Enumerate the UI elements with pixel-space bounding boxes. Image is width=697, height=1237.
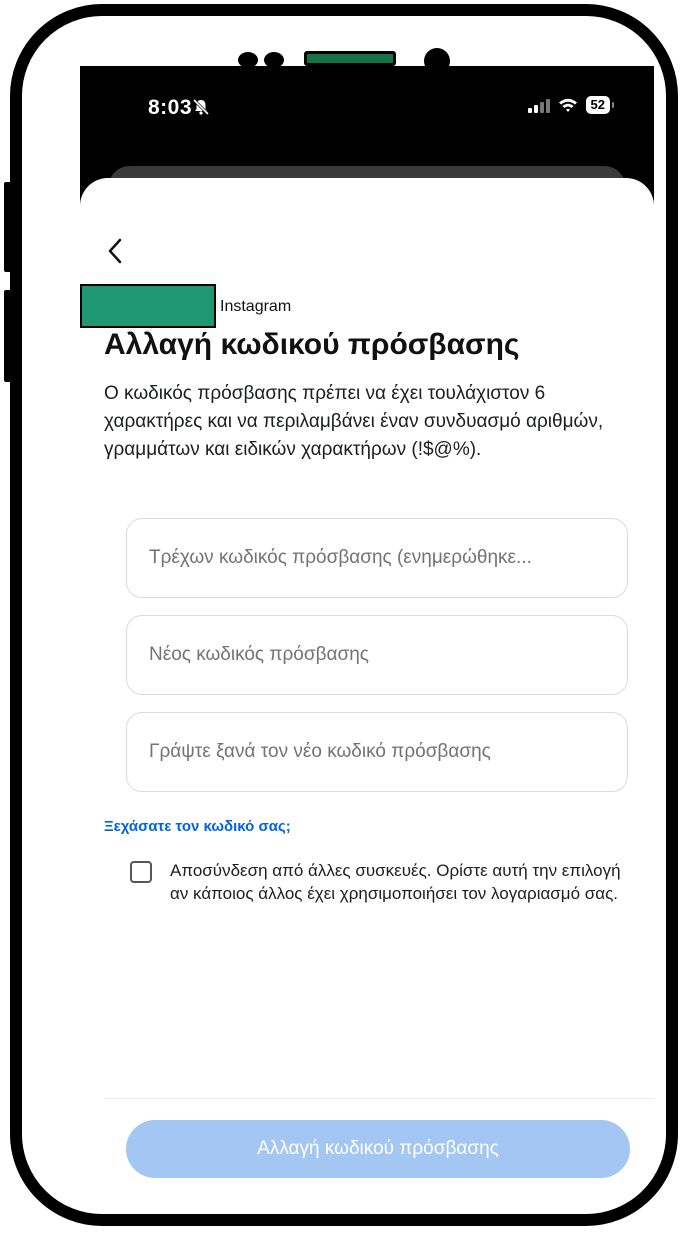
logout-other-devices-checkbox[interactable]: [130, 861, 152, 883]
phone-screen: 8:03 52 Instagram Αλλαγή κωδικού πρόσβασ…: [80, 66, 654, 1214]
battery-icon: 52: [585, 96, 610, 114]
phone-frame: 8:03 52 Instagram Αλλαγή κωδικού πρόσβασ…: [10, 4, 678, 1226]
speaker-grille: [304, 51, 396, 66]
battery-tip: [612, 102, 614, 108]
cellular-signal-icon: [527, 97, 550, 113]
new-password-input[interactable]: [147, 643, 607, 667]
redacted-account-name: [80, 284, 216, 328]
brand-row: Instagram: [80, 284, 480, 330]
footer-divider: [104, 1098, 654, 1099]
current-password-field[interactable]: [126, 518, 628, 598]
new-password-field[interactable]: [126, 615, 628, 695]
change-password-sheet: Instagram Αλλαγή κωδικού πρόσβασης Ο κωδ…: [80, 178, 654, 1214]
forgot-password-link[interactable]: Ξεχάσατε τον κωδικό σας;: [104, 818, 291, 835]
confirm-password-input[interactable]: [147, 740, 607, 764]
chevron-left-icon[interactable]: [106, 236, 124, 272]
brand-name: Instagram: [220, 298, 292, 315]
screenshot-stage: 8:03 52 Instagram Αλλαγή κωδικού πρόσβασ…: [0, 0, 697, 1237]
change-password-button[interactable]: Αλλαγή κωδικού πρόσβασης: [126, 1120, 630, 1178]
password-requirements: Ο κωδικός πρόσβασης πρέπει να έχει τουλά…: [104, 383, 604, 460]
confirm-password-field[interactable]: [126, 712, 628, 792]
logout-other-devices-label: Αποσύνδεση από άλλες συσκευές. Ορίστε αυ…: [170, 861, 621, 903]
current-password-input[interactable]: [147, 546, 607, 570]
page-title: Αλλαγή κωδικού πρόσβασης: [104, 328, 520, 361]
bell-slash-icon: [192, 98, 210, 121]
wifi-icon: [558, 98, 577, 112]
status-time: 8:03: [148, 96, 193, 119]
status-icons: 52: [527, 96, 614, 114]
status-bar: 8:03 52: [80, 66, 654, 156]
